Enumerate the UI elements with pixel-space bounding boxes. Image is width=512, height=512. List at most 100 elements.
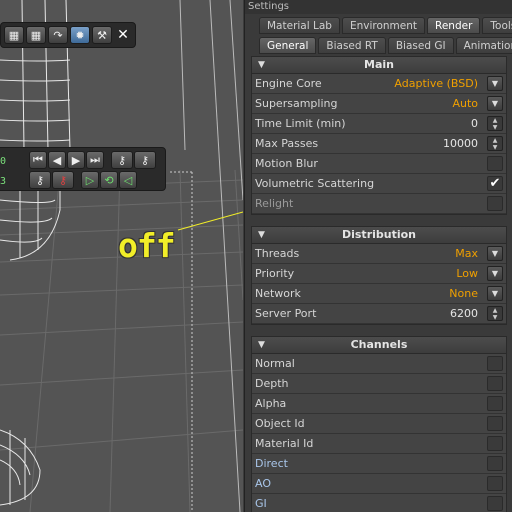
server-port-row[interactable]: Server Port 6200 ▲ ▼ [252, 304, 506, 324]
3d-viewport[interactable]: ▦ ▦ ↷ ✹ ⚒ ✕ ⏮ ◀ ▶ ⏭ ⚷ ⚷ ⚷ ⚷ ▷ ⟲ ◁ 0 3 of… [0, 0, 243, 512]
relight-label: Relight [255, 197, 294, 210]
relight-row[interactable]: Relight [252, 194, 506, 214]
priority-label: Priority [255, 267, 295, 280]
channel-material-id-checkbox[interactable] [487, 436, 503, 451]
threads-label: Threads [255, 247, 300, 260]
channel-direct-row[interactable]: Direct [252, 454, 506, 474]
channel-label: Direct [255, 457, 288, 470]
channel-normal-row[interactable]: Normal [252, 354, 506, 374]
engine-core-row[interactable]: Engine Core Adaptive (BSD) ▼ [252, 74, 506, 94]
channel-label: Depth [255, 377, 289, 390]
frame-end-number: 3 [0, 176, 7, 187]
key-icon[interactable]: ⚷ [29, 171, 51, 189]
server-port-value[interactable]: 6200 [450, 304, 478, 323]
priority-row[interactable]: Priority Low ▼ [252, 264, 506, 284]
volumetric-scattering-checkbox[interactable]: ✔ [487, 176, 503, 191]
priority-value[interactable]: Low [456, 264, 478, 283]
collapse-icon[interactable]: ▼ [258, 337, 265, 353]
chevron-down-icon[interactable]: ▼ [487, 96, 503, 111]
distribution-section: ▼ Distribution Threads Max ▼ Priority Lo… [251, 226, 507, 325]
tab-animation[interactable]: Animation [455, 37, 512, 54]
motion-blur-row[interactable]: Motion Blur [252, 154, 506, 174]
channel-alpha-checkbox[interactable] [487, 396, 503, 411]
chevron-down-icon[interactable]: ▼ [487, 76, 503, 91]
tab-biased-gi[interactable]: Biased GI [387, 37, 454, 54]
channel-object-id-checkbox[interactable] [487, 416, 503, 431]
time-limit-row[interactable]: Time Limit (min) 0 ▲ ▼ [252, 114, 506, 134]
volumetric-scattering-label: Volumetric Scattering [255, 177, 375, 190]
step-back-icon[interactable]: ◀ [48, 151, 66, 169]
channels-section-header[interactable]: ▼ Channels [252, 337, 506, 354]
engine-core-label: Engine Core [255, 77, 322, 90]
rewind-icon[interactable]: ⏮ [29, 151, 47, 169]
motion-blur-checkbox[interactable] [487, 156, 503, 171]
channel-object-id-row[interactable]: Object Id [252, 414, 506, 434]
channel-depth-row[interactable]: Depth [252, 374, 506, 394]
key-icon[interactable]: ⚷ [111, 151, 133, 169]
undo-icon[interactable]: ↷ [48, 26, 68, 44]
tab-tools[interactable]: Tools [482, 17, 512, 34]
render-icon[interactable]: ✹ [70, 26, 90, 44]
distribution-section-header[interactable]: ▼ Distribution [252, 227, 506, 244]
close-icon[interactable]: ✕ [114, 27, 132, 43]
spinner-icon[interactable]: ▲ ▼ [487, 116, 503, 131]
panel-title: Settings [245, 0, 512, 14]
key-icon[interactable]: ⚷ [134, 151, 156, 169]
sub-tabs: General Biased RT Biased GI Animation [245, 37, 512, 54]
play-back-icon[interactable]: ◁ [119, 171, 137, 189]
network-row[interactable]: Network None ▼ [252, 284, 506, 304]
channel-label: AO [255, 477, 271, 490]
chevron-down-icon[interactable]: ▼ [487, 246, 503, 261]
tab-general[interactable]: General [259, 37, 317, 54]
tab-material-lab[interactable]: Material Lab [259, 17, 340, 34]
layout-icon[interactable]: ▦ [26, 26, 46, 44]
key-red-icon[interactable]: ⚷ [52, 171, 74, 189]
max-passes-row[interactable]: Max Passes 10000 ▲ ▼ [252, 134, 506, 154]
tools-icon[interactable]: ⚒ [92, 26, 112, 44]
spinner-icon[interactable]: ▲ ▼ [487, 306, 503, 321]
channel-alpha-row[interactable]: Alpha [252, 394, 506, 414]
volumetric-scattering-row[interactable]: Volumetric Scattering ✔ [252, 174, 506, 194]
time-limit-value[interactable]: 0 [471, 114, 478, 133]
channel-direct-checkbox[interactable] [487, 456, 503, 471]
network-label: Network [255, 287, 301, 300]
layout-icon[interactable]: ▦ [4, 26, 24, 44]
play-icon[interactable]: ▶ [67, 151, 85, 169]
section-title: Distribution [341, 228, 417, 241]
fast-forward-icon[interactable]: ⏭ [86, 151, 104, 169]
transport-row-1: ⏮ ◀ ▶ ⏭ ⚷ ⚷ [29, 151, 156, 169]
settings-panel: Settings Material Lab Environment Render… [244, 0, 512, 512]
channel-label: Alpha [255, 397, 287, 410]
main-section: ▼ Main Engine Core Adaptive (BSD) ▼ Supe… [251, 56, 507, 215]
channel-depth-checkbox[interactable] [487, 376, 503, 391]
channel-ao-row[interactable]: AO [252, 474, 506, 494]
engine-core-value[interactable]: Adaptive (BSD) [394, 74, 478, 93]
channel-normal-checkbox[interactable] [487, 356, 503, 371]
tab-render[interactable]: Render [427, 17, 481, 34]
threads-value[interactable]: Max [455, 244, 478, 263]
viewport-toolbar: ▦ ▦ ↷ ✹ ⚒ ✕ [0, 22, 136, 48]
main-section-header[interactable]: ▼ Main [252, 57, 506, 74]
loop-icon[interactable]: ⟲ [100, 171, 118, 189]
supersampling-value[interactable]: Auto [452, 94, 478, 113]
collapse-icon[interactable]: ▼ [258, 227, 265, 243]
threads-row[interactable]: Threads Max ▼ [252, 244, 506, 264]
channel-gi-row[interactable]: GI [252, 494, 506, 512]
play-forward-icon[interactable]: ▷ [81, 171, 99, 189]
collapse-icon[interactable]: ▼ [258, 57, 265, 73]
channel-material-id-row[interactable]: Material Id [252, 434, 506, 454]
frame-start-number: 0 [0, 156, 7, 167]
network-value[interactable]: None [449, 284, 478, 303]
max-passes-value[interactable]: 10000 [443, 134, 478, 153]
channels-section: ▼ Channels Normal Depth Alpha Object Id … [251, 336, 507, 512]
channel-gi-checkbox[interactable] [487, 496, 503, 511]
channel-ao-checkbox[interactable] [487, 476, 503, 491]
supersampling-row[interactable]: Supersampling Auto ▼ [252, 94, 506, 114]
spinner-icon[interactable]: ▲ ▼ [487, 136, 503, 151]
relight-checkbox[interactable] [487, 196, 503, 211]
tab-biased-rt[interactable]: Biased RT [318, 37, 386, 54]
server-port-label: Server Port [255, 307, 317, 320]
tab-environment[interactable]: Environment [341, 17, 425, 34]
chevron-down-icon[interactable]: ▼ [487, 266, 503, 281]
chevron-down-icon[interactable]: ▼ [487, 286, 503, 301]
